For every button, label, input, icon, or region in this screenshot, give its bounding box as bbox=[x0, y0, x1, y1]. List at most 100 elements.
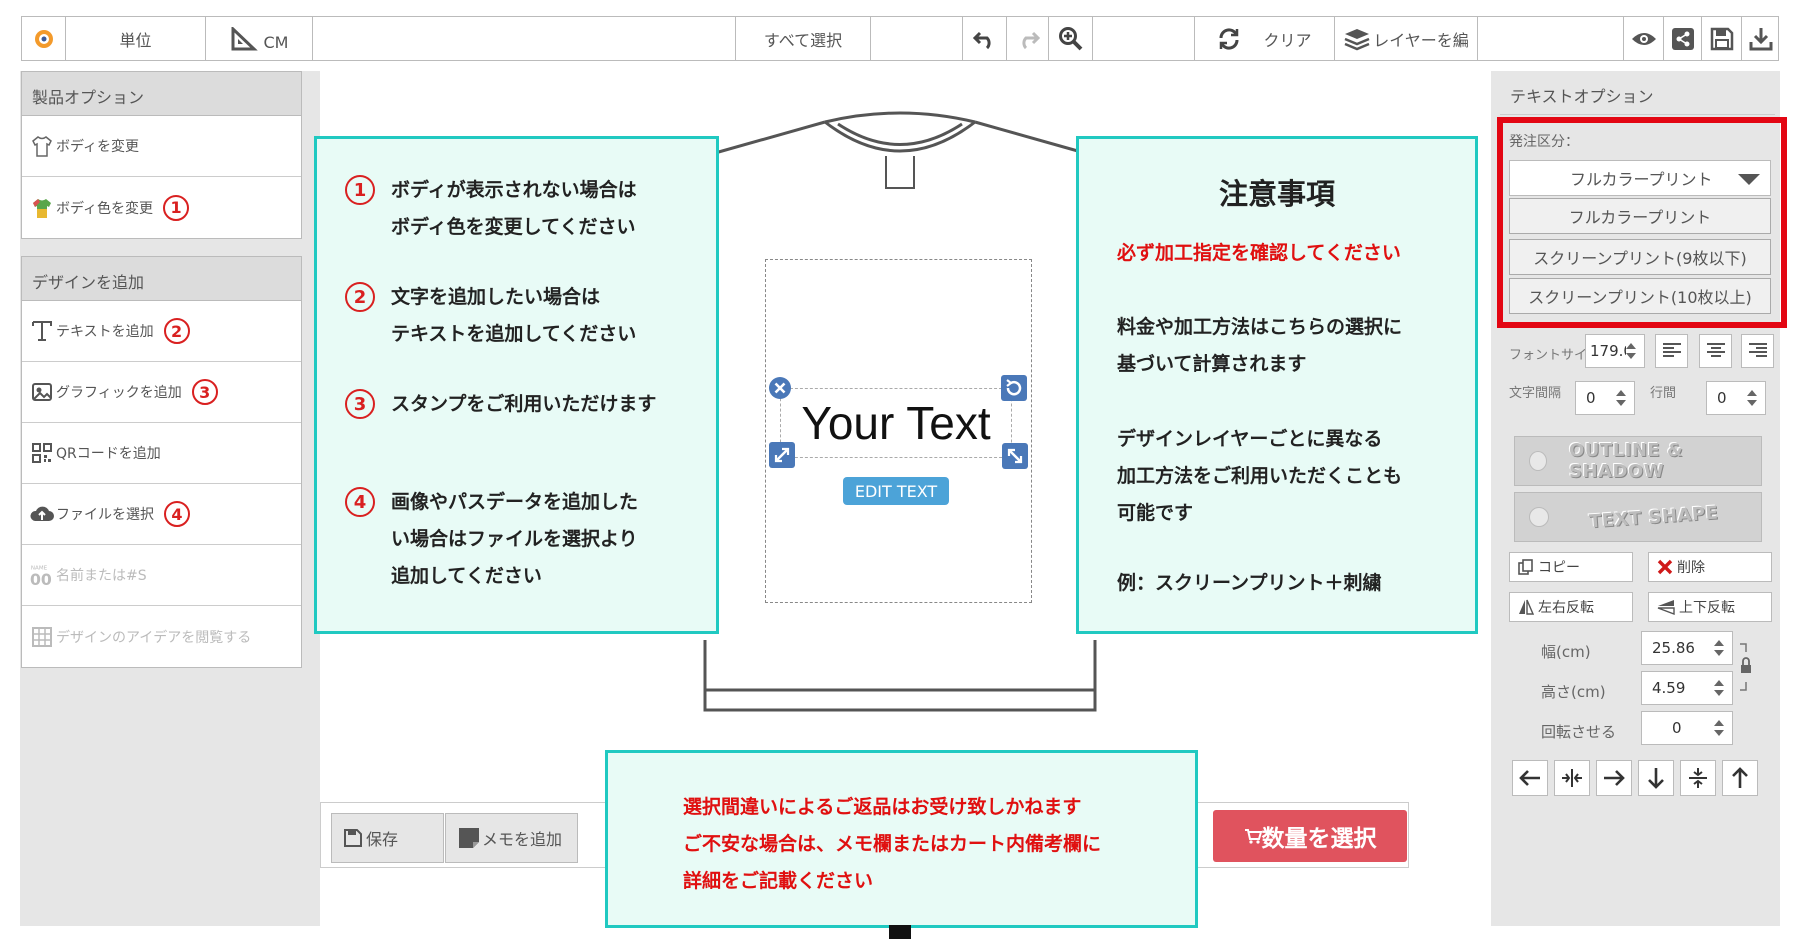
arrow-up-icon bbox=[1732, 767, 1748, 788]
add-graphic-label: グラフィックを追加 bbox=[56, 385, 182, 401]
align-left-button[interactable] bbox=[1655, 334, 1688, 368]
undo-button[interactable] bbox=[963, 17, 1007, 60]
height-input[interactable]: 4.59 bbox=[1641, 671, 1733, 705]
select-all-button[interactable]: すべて選択 bbox=[736, 17, 871, 60]
ruler-triangle-icon bbox=[231, 26, 258, 50]
howto-step-1: 1 ボディが表示されない場合は ボディ色を変更してください bbox=[345, 172, 637, 246]
change-body-item[interactable]: ボディを変更 bbox=[22, 116, 301, 177]
layers-label: レイヤーを編 bbox=[1373, 30, 1469, 50]
letter-spacing-value: 0 bbox=[1586, 389, 1596, 407]
width-value: 25.86 bbox=[1652, 639, 1695, 657]
align-center-button[interactable] bbox=[1699, 334, 1732, 368]
change-body-label: ボディを変更 bbox=[56, 139, 140, 155]
notes-paragraph-3: 例：スクリーンプリント＋刺繍 bbox=[1117, 572, 1382, 594]
edit-layers-button[interactable]: レイヤーを編 bbox=[1335, 17, 1478, 60]
flip-vertical-button[interactable]: 上下反転 bbox=[1648, 592, 1772, 622]
name-number-label: 名前または#S bbox=[56, 568, 147, 584]
text-object[interactable]: Your Text bbox=[780, 388, 1012, 458]
select-quantity-button[interactable]: 数量を選択 bbox=[1213, 810, 1407, 862]
add-text-item[interactable]: テキストを追加 2 bbox=[22, 301, 301, 362]
tshirt-outline-icon bbox=[30, 134, 54, 158]
select-file-item[interactable]: ファイルを選択 4 bbox=[22, 484, 301, 545]
order-type-select[interactable]: フルカラープリント bbox=[1509, 160, 1771, 196]
copy-label: コピー bbox=[1538, 560, 1580, 576]
order-type-label: 発注区分： bbox=[1509, 134, 1579, 150]
rotate-input[interactable]: 0 bbox=[1641, 711, 1733, 745]
outline-shadow-toggle[interactable]: OUTLINE & SHADOW bbox=[1514, 436, 1762, 486]
aspect-lock-icon[interactable] bbox=[1737, 642, 1759, 692]
center-vertical-icon bbox=[1689, 768, 1707, 788]
text-object-content: Your Text bbox=[801, 397, 991, 449]
save-icon-button[interactable] bbox=[1702, 17, 1742, 60]
toolbar-spacer bbox=[313, 17, 736, 60]
move-up-button[interactable] bbox=[1722, 760, 1758, 796]
zoom-in-icon bbox=[1058, 26, 1082, 50]
delete-handle[interactable] bbox=[766, 374, 794, 402]
zoom-in-button[interactable] bbox=[1049, 17, 1093, 60]
edit-text-button[interactable]: EDIT TEXT bbox=[843, 477, 949, 505]
unit-value: CM bbox=[263, 33, 289, 52]
redo-button[interactable] bbox=[1007, 17, 1049, 60]
preview-button[interactable] bbox=[1624, 17, 1664, 60]
letter-spacing-input[interactable]: 0 bbox=[1575, 381, 1635, 415]
line-height-input[interactable]: 0 bbox=[1706, 381, 1766, 415]
copy-button[interactable]: コピー bbox=[1509, 552, 1633, 582]
howto-step-4: 4 画像やパスデータを追加した い場合はファイルを選択より 追加してください bbox=[345, 484, 638, 595]
add-graphic-item[interactable]: グラフィックを追加 3 bbox=[22, 362, 301, 423]
width-label: 幅(cm) bbox=[1541, 643, 1591, 661]
order-option-screen-10[interactable]: スクリーンプリント(10枚以上) bbox=[1509, 278, 1771, 314]
resize-handle-left[interactable] bbox=[768, 441, 796, 469]
unit-selector[interactable]: CM bbox=[206, 17, 313, 60]
step-number-1: 1 bbox=[163, 194, 190, 221]
move-down-button[interactable] bbox=[1638, 760, 1674, 796]
add-memo-button[interactable]: メモを追加 bbox=[445, 813, 578, 863]
howto-step-2-number: 2 bbox=[345, 282, 375, 312]
width-input[interactable]: 25.86 bbox=[1641, 631, 1733, 665]
order-option-screen-9[interactable]: スクリーンプリント(9枚以下) bbox=[1509, 239, 1771, 275]
name-number-icon: NAME 00 bbox=[30, 563, 54, 588]
toolbar-spacer-3 bbox=[1093, 17, 1195, 60]
toolbar-spacer-4 bbox=[1478, 17, 1624, 60]
delete-button[interactable]: 削除 bbox=[1648, 552, 1772, 582]
align-right-icon bbox=[1748, 343, 1767, 357]
spinner-arrows-icon bbox=[1747, 390, 1757, 406]
howto-step-2-text: 文字を追加したい場合は テキストを追加してください bbox=[391, 286, 637, 345]
save-button[interactable]: 保存 bbox=[331, 813, 444, 863]
spinner-arrows-icon bbox=[1714, 680, 1724, 696]
move-left-button[interactable] bbox=[1512, 760, 1548, 796]
order-option-full-color[interactable]: フルカラープリント bbox=[1509, 198, 1771, 234]
select-all-label: すべて選択 bbox=[763, 30, 843, 50]
browse-ideas-item[interactable]: デザインのアイデアを閲覧する bbox=[22, 606, 301, 667]
move-right-button[interactable] bbox=[1596, 760, 1632, 796]
center-vertical-button[interactable] bbox=[1680, 760, 1716, 796]
unit-label-text: 単位 bbox=[119, 30, 152, 50]
rotate-handle[interactable] bbox=[1000, 374, 1028, 402]
step-number-3: 3 bbox=[191, 379, 218, 405]
howto-step-4-number: 4 bbox=[345, 487, 375, 517]
line-height-value: 0 bbox=[1717, 389, 1727, 407]
name-number-item[interactable]: NAME 00 名前または#S bbox=[22, 545, 301, 606]
refresh-icon bbox=[1219, 27, 1239, 50]
clear-button[interactable]: クリア bbox=[1195, 17, 1335, 60]
resize-handle-right[interactable] bbox=[1001, 442, 1029, 470]
add-qr-code-item[interactable]: QRコードを追加 bbox=[22, 423, 301, 484]
font-size-input[interactable]: 179.0 bbox=[1585, 334, 1645, 368]
howto-step-1-text: ボディが表示されない場合は ボディ色を変更してください bbox=[391, 179, 637, 238]
text-shape-toggle[interactable]: TEXT SHAPE bbox=[1514, 492, 1762, 542]
share-button[interactable] bbox=[1664, 17, 1702, 60]
center-horizontal-button[interactable] bbox=[1554, 760, 1590, 796]
flip-horizontal-button[interactable]: 左右反転 bbox=[1509, 592, 1633, 622]
app-logo-button[interactable] bbox=[22, 17, 66, 60]
add-design-header: デザインを追加 bbox=[22, 257, 301, 301]
delete-label: 削除 bbox=[1677, 560, 1705, 576]
flip-vertical-label: 上下反転 bbox=[1679, 600, 1735, 616]
change-body-color-label: ボディ色を変更 bbox=[56, 200, 154, 217]
share-icon bbox=[1671, 27, 1694, 50]
download-button[interactable] bbox=[1742, 17, 1779, 60]
change-body-color-item[interactable]: ボディ色を変更 1 bbox=[22, 177, 301, 238]
canvas-bottom-marker bbox=[889, 925, 911, 939]
align-right-button[interactable] bbox=[1741, 334, 1774, 368]
radio-icon bbox=[1529, 507, 1549, 527]
browse-ideas-label: デザインのアイデアを閲覧する bbox=[56, 629, 252, 646]
add-text-label: テキストを追加 bbox=[56, 324, 154, 340]
